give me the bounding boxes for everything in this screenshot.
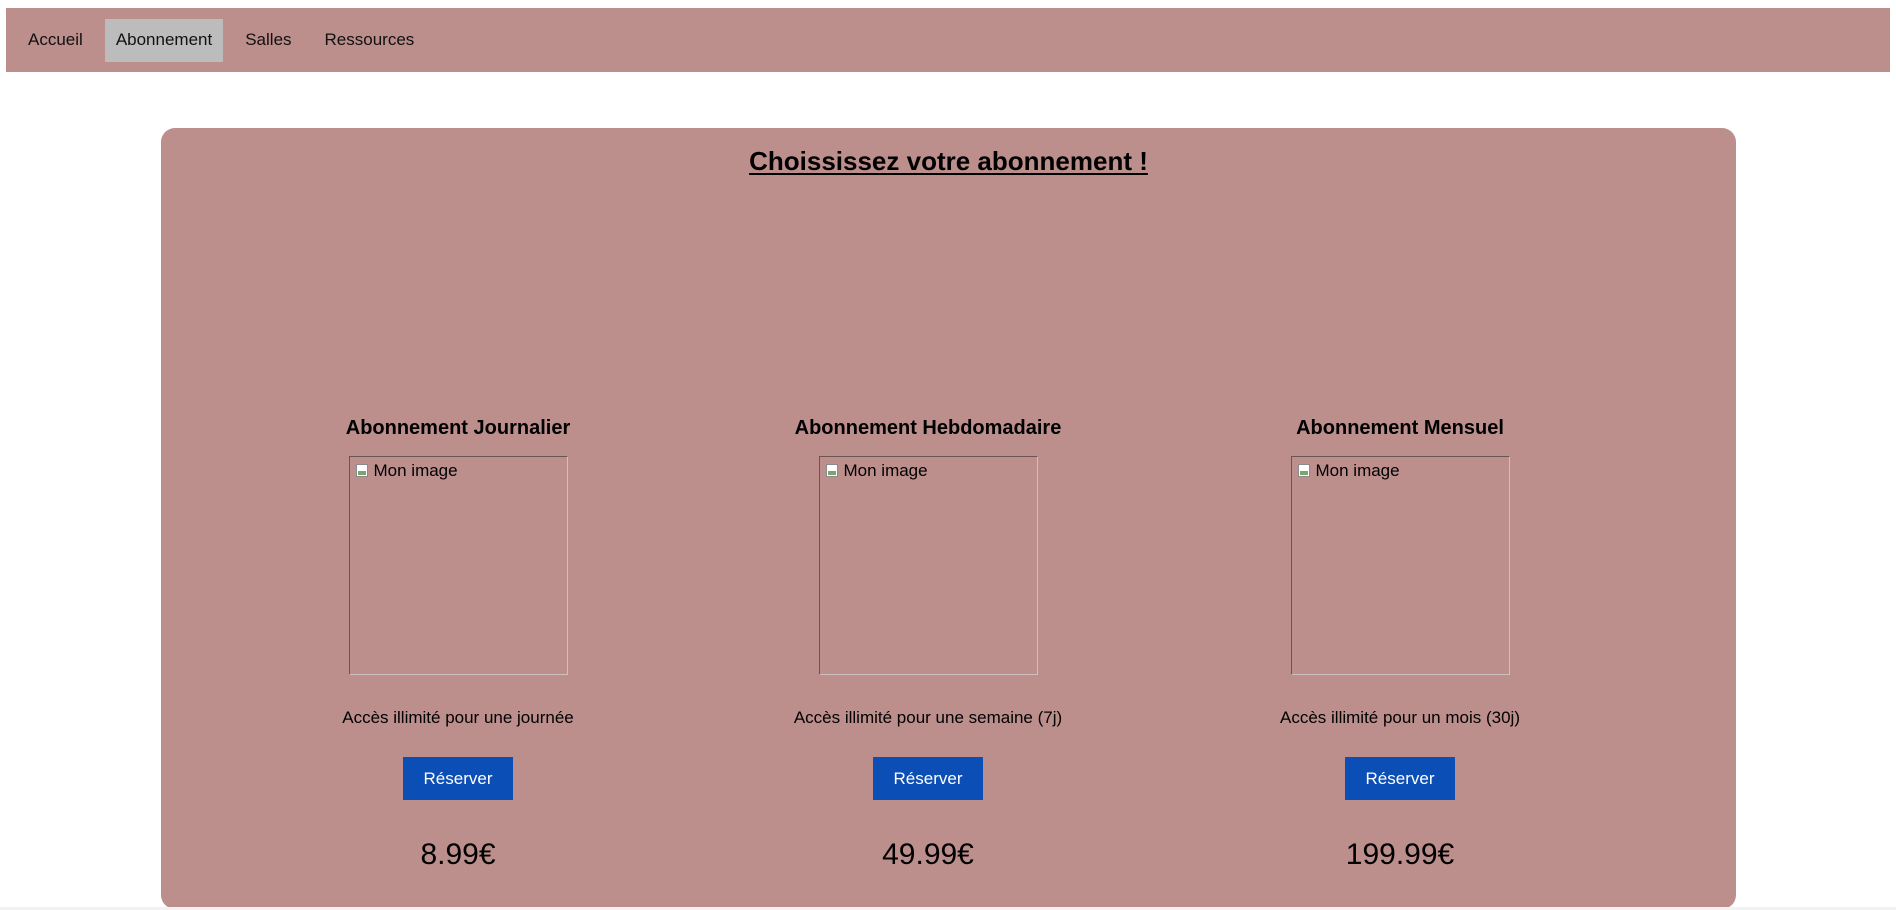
plan-monthly: Abonnement Mensuel Mon image Accès illim… bbox=[1220, 414, 1580, 872]
plan-title: Abonnement Journalier bbox=[345, 417, 571, 439]
reserve-button[interactable]: Réserver bbox=[1345, 757, 1455, 800]
image-alt-text: Mon image bbox=[843, 461, 928, 480]
nav-link-salles[interactable]: Salles bbox=[234, 19, 302, 62]
plan-description: Accès illimité pour une semaine (7j) bbox=[793, 708, 1063, 727]
plan-price: 49.99€ bbox=[882, 838, 974, 871]
plan-description: Accès illimité pour une journée bbox=[342, 708, 574, 727]
broken-image-icon bbox=[355, 464, 368, 477]
page-title: Choississez votre abonnement ! bbox=[749, 146, 1148, 176]
reserve-button[interactable]: Réserver bbox=[403, 757, 513, 800]
image-alt-text: Mon image bbox=[1315, 461, 1400, 480]
nav-link-ressources[interactable]: Ressources bbox=[314, 19, 426, 62]
plan-weekly: Abonnement Hebdomadaire Mon image Accès … bbox=[748, 414, 1108, 872]
broken-image-icon bbox=[1297, 464, 1310, 477]
image-alt-text: Mon image bbox=[373, 461, 458, 480]
subscription-card: Choississez votre abonnement ! Abonnemen… bbox=[161, 128, 1736, 909]
reserve-button[interactable]: Réserver bbox=[873, 757, 983, 800]
nav-link-accueil[interactable]: Accueil bbox=[17, 19, 94, 62]
plan-title: Abonnement Hebdomadaire bbox=[794, 417, 1062, 439]
plan-image: Mon image bbox=[818, 456, 1038, 675]
plan-description: Accès illimité pour un mois (30j) bbox=[1280, 708, 1520, 727]
plan-price: 199.99€ bbox=[1345, 838, 1455, 871]
plan-title: Abonnement Mensuel bbox=[1296, 417, 1504, 439]
plan-image: Mon image bbox=[1290, 456, 1510, 675]
plan-price: 8.99€ bbox=[420, 838, 496, 871]
plan-daily: Abonnement Journalier Mon image Accès il… bbox=[278, 414, 638, 872]
nav-link-abonnement[interactable]: Abonnement bbox=[104, 18, 224, 62]
broken-image-icon bbox=[825, 464, 838, 477]
plan-image: Mon image bbox=[348, 456, 568, 675]
top-navbar: Accueil Abonnement Salles Ressources bbox=[6, 8, 1890, 72]
